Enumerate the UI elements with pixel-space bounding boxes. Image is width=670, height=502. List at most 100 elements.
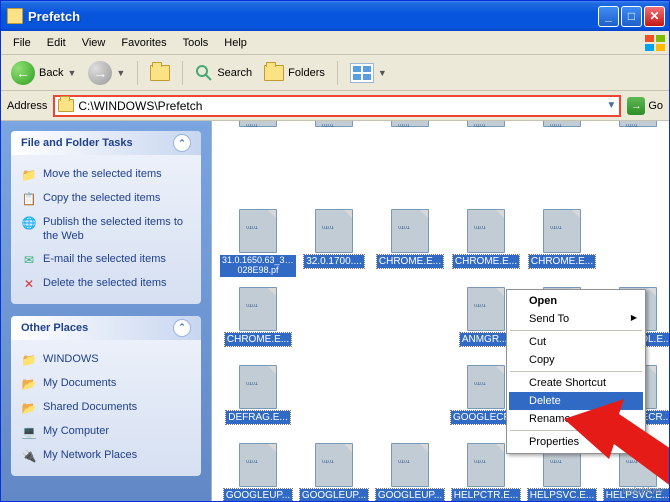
folder-icon (58, 99, 74, 112)
sidebar: File and Folder Tasks ⌃ 📁Move the select… (1, 121, 211, 501)
task-icon: ✕ (21, 276, 37, 292)
file-item[interactable]: 32.0.1700.... (298, 209, 370, 281)
close-button[interactable]: ✕ (644, 6, 665, 27)
file-item[interactable] (526, 131, 598, 203)
context-menu-item[interactable]: Send To (509, 310, 643, 328)
file-item[interactable]: GOOGLEUP... (374, 443, 446, 501)
go-arrow-icon: → (627, 97, 645, 115)
task-label: Delete the selected items (43, 276, 167, 290)
file-label: GOOGLEUP... (224, 489, 292, 501)
title-bar[interactable]: Prefetch _ □ ✕ (1, 1, 669, 31)
file-icon (315, 209, 353, 253)
file-item[interactable]: CHROME.E... (222, 287, 294, 359)
file-pane[interactable]: 31.0.1650.63_31.0.1650.57_CHR-028E98.pf3… (211, 121, 669, 501)
place-icon: 📁 (21, 352, 37, 368)
place-item[interactable]: 📂Shared Documents (21, 396, 191, 420)
file-item[interactable]: GOOGLEUP... (222, 443, 294, 501)
menu-help[interactable]: Help (216, 34, 255, 52)
address-label: Address (7, 100, 47, 112)
context-menu-item[interactable]: Copy (509, 351, 643, 369)
address-field-wrap: ▼ (53, 95, 621, 117)
file-item[interactable] (602, 131, 669, 203)
file-icon (543, 121, 581, 127)
file-item[interactable] (298, 365, 370, 437)
folder-icon (7, 8, 23, 24)
file-label: CHROME.E... (453, 255, 519, 268)
go-button[interactable]: → Go (627, 97, 663, 115)
file-item[interactable] (602, 209, 669, 281)
file-item[interactable] (374, 365, 446, 437)
file-item[interactable]: CHROME.E... (374, 209, 446, 281)
file-label: CHROME.E... (529, 255, 595, 268)
file-icon (391, 121, 429, 127)
task-item[interactable]: 🌐Publish the selected items to the Web (21, 211, 191, 248)
chevron-up-icon: ⌃ (173, 134, 191, 152)
place-icon: 💻 (21, 424, 37, 440)
menu-file[interactable]: File (5, 34, 39, 52)
file-item[interactable]: GOOGLEUP... (298, 443, 370, 501)
chevron-down-icon: ▼ (378, 68, 387, 78)
task-item[interactable]: ✕ Delete the selected items (21, 272, 191, 296)
back-button[interactable]: ← Back ▼ (7, 59, 80, 87)
place-item[interactable]: 🔌My Network Places (21, 444, 191, 468)
file-label: 31.0.1650.63_31.0.1650.57_CHR-028E98.pf (220, 255, 296, 277)
forward-button[interactable]: → ▼ (84, 59, 129, 87)
task-item[interactable]: 📋 Copy the selected items (21, 187, 191, 211)
forward-arrow-icon: → (88, 61, 112, 85)
file-item[interactable]: CHROME.E... (450, 209, 522, 281)
file-icon (315, 121, 353, 127)
task-label: Publish the selected items to the Web (43, 215, 191, 244)
file-icon (619, 121, 657, 127)
file-item[interactable] (374, 131, 446, 203)
task-item[interactable]: ✉E-mail the selected items (21, 248, 191, 272)
file-label: CHROME.E... (377, 255, 443, 268)
search-button[interactable]: Search (191, 62, 256, 84)
file-label: HELPSVC.E... (528, 489, 596, 501)
place-label: My Documents (43, 376, 116, 390)
folder-up-icon (150, 65, 170, 81)
up-button[interactable] (146, 63, 174, 83)
chevron-up-icon: ⌃ (173, 319, 191, 337)
menu-view[interactable]: View (74, 34, 114, 52)
file-item[interactable]: CHROME.E... (526, 209, 598, 281)
place-item[interactable]: 📂 My Documents (21, 372, 191, 396)
address-input[interactable] (74, 99, 606, 113)
chevron-down-icon[interactable]: ▼ (606, 100, 616, 111)
maximize-button[interactable]: □ (621, 6, 642, 27)
places-panel-header[interactable]: Other Places ⌃ (11, 316, 201, 340)
context-menu-item[interactable]: Rename (509, 410, 643, 428)
place-label: WINDOWS (43, 352, 99, 366)
file-icon (239, 209, 277, 253)
task-label: Copy the selected items (43, 191, 160, 205)
place-item[interactable]: 📁 WINDOWS (21, 348, 191, 372)
task-icon: 📋 (21, 191, 37, 207)
tasks-panel-header[interactable]: File and Folder Tasks ⌃ (11, 131, 201, 155)
folder-icon (264, 65, 284, 81)
file-item[interactable] (374, 287, 446, 359)
menu-edit[interactable]: Edit (39, 34, 74, 52)
views-button[interactable]: ▼ (346, 61, 391, 85)
file-item[interactable] (222, 131, 294, 203)
place-icon: 📂 (21, 376, 37, 392)
file-item[interactable] (298, 131, 370, 203)
minimize-button[interactable]: _ (598, 6, 619, 27)
menu-favorites[interactable]: Favorites (113, 34, 174, 52)
context-menu-item[interactable]: Properties (509, 433, 643, 451)
task-item[interactable]: 📁Move the selected items (21, 163, 191, 187)
place-label: My Network Places (43, 448, 137, 462)
file-item[interactable] (298, 287, 370, 359)
task-icon: 📁 (21, 167, 37, 183)
views-icon (350, 63, 374, 83)
context-menu-item[interactable]: Delete (509, 392, 643, 410)
file-item[interactable] (450, 131, 522, 203)
folders-button[interactable]: Folders (260, 63, 329, 83)
menu-tools[interactable]: Tools (175, 34, 217, 52)
context-menu-item[interactable]: Cut (509, 333, 643, 351)
file-item[interactable]: 31.0.1650.63_31.0.1650.57_CHR-028E98.pf (222, 209, 294, 281)
context-menu-item[interactable]: Open (509, 292, 643, 310)
context-menu-item[interactable]: Create Shortcut (509, 374, 643, 392)
place-item[interactable]: 💻My Computer (21, 420, 191, 444)
file-item[interactable]: DEFRAG.E... (222, 365, 294, 437)
file-icon (467, 209, 505, 253)
task-icon: ✉ (21, 252, 37, 268)
